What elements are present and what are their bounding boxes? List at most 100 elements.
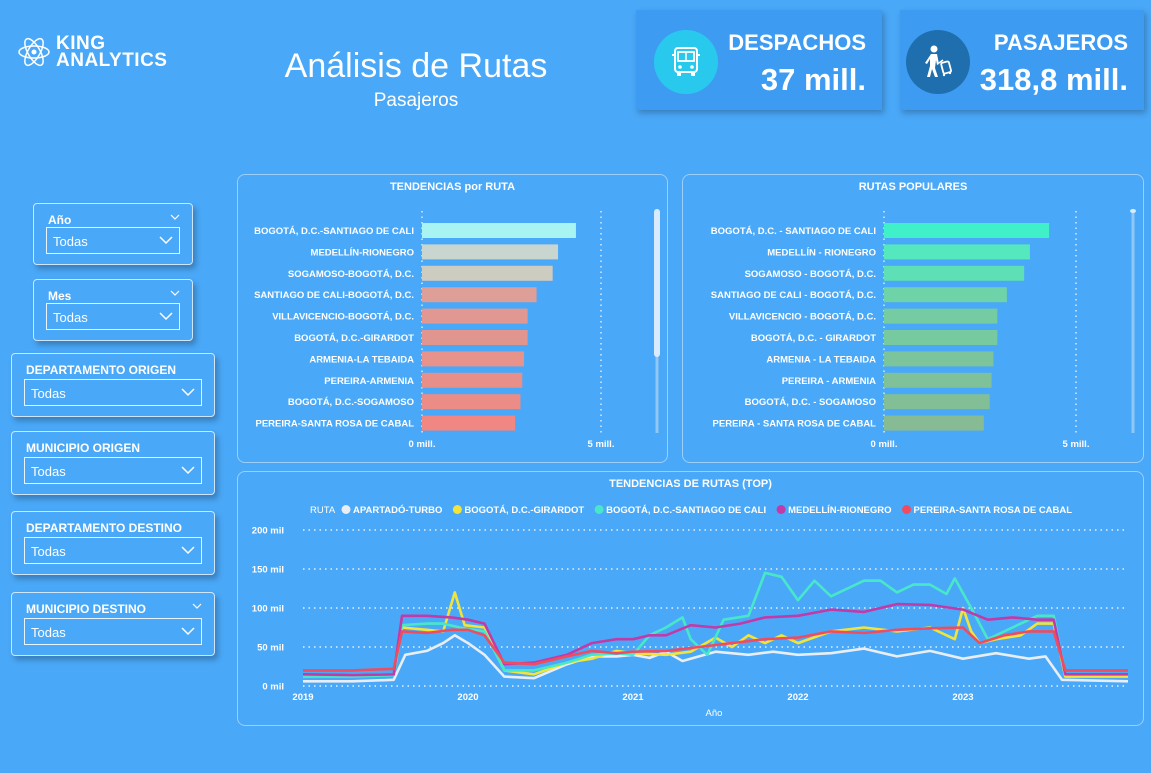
- logo-line2: ANALYTICS: [56, 50, 168, 71]
- slicer-title: Mes: [48, 289, 72, 303]
- bar-chart-populares: BOGOTÁ, D.C. - SANTIAGO DE CALI MEDELLÍN …: [711, 209, 1136, 450]
- kpi-card-despachos: DESPACHOS 37 mill.: [636, 10, 882, 110]
- legend-title: RUTA: [310, 505, 336, 516]
- bar[interactable]: [884, 308, 998, 324]
- slicer-title: DEPARTAMENTO DESTINO: [26, 521, 183, 535]
- x-tick-label: 5 mill.: [588, 439, 615, 450]
- bar[interactable]: [422, 308, 528, 324]
- series-line[interactable]: [303, 571, 1128, 678]
- y-tick-label: 0 mil: [262, 682, 284, 693]
- slicer-municipio-destino[interactable]: MUNICIPIO DESTINO Todas: [11, 592, 215, 656]
- bar[interactable]: [422, 244, 559, 260]
- slicer-dropdown[interactable]: Todas: [24, 537, 202, 564]
- legend-label[interactable]: BOGOTÁ, D.C.-GIRARDOT: [464, 505, 584, 516]
- bar-label: ARMENIA-LA TEBAIDA: [309, 354, 414, 365]
- slicer-municipio-origen[interactable]: MUNICIPIO ORIGEN Todas: [11, 431, 215, 495]
- legend-label[interactable]: BOGOTÁ, D.C.-SANTIAGO DE CALI: [606, 505, 766, 516]
- x-tick-label: 2021: [622, 692, 644, 703]
- chevron-down-icon[interactable]: [192, 601, 202, 611]
- y-tick-label: 50 mil: [257, 643, 284, 654]
- bar-label: VILLAVICENCIO - BOGOTÁ, D.C.: [729, 312, 876, 323]
- bar[interactable]: [884, 372, 992, 388]
- chevron-down-icon[interactable]: [159, 235, 173, 245]
- series-line[interactable]: [303, 634, 1129, 683]
- bar-label: BOGOTÁ, D.C.-GIRARDOT: [294, 333, 414, 344]
- kpi-value: 37 mill.: [760, 62, 866, 97]
- chevron-down-icon[interactable]: [170, 288, 180, 298]
- chart-panel-tendencias-ruta: TENDENCIAS por RUTA BOGOTÁ, D.C.-SANTIAG…: [237, 174, 668, 463]
- bar[interactable]: [422, 372, 523, 388]
- slicer-value: Todas: [53, 234, 88, 249]
- scrollbar-thumb[interactable]: [1130, 209, 1136, 213]
- slicer-departamento-origen[interactable]: DEPARTAMENTO ORIGEN Todas: [11, 353, 215, 417]
- chart-panel-tendencias-top: TENDENCIAS DE RUTAS (TOP) RUTA APARTADÓ-T…: [237, 471, 1144, 726]
- chevron-down-icon[interactable]: [181, 465, 195, 475]
- chevron-down-icon[interactable]: [159, 311, 173, 321]
- logo: KING ANALYTICS: [16, 34, 167, 70]
- bar[interactable]: [884, 351, 994, 367]
- bar[interactable]: [884, 415, 984, 431]
- series-line[interactable]: [303, 626, 1128, 672]
- slicer-dropdown[interactable]: Todas: [24, 618, 202, 645]
- page-subtitle: Pasajeros: [373, 90, 459, 111]
- slicer-title: DEPARTAMENTO ORIGEN: [26, 363, 177, 377]
- legend-marker: [594, 505, 604, 514]
- x-tick-label: 0 mill.: [409, 439, 436, 450]
- bar[interactable]: [422, 265, 553, 281]
- legend-marker: [902, 505, 912, 514]
- slicer-title: MUNICIPIO ORIGEN: [26, 441, 141, 455]
- bar[interactable]: [884, 265, 1025, 281]
- kpi-card-pasajeros: PASAJEROS 318,8 mill.: [900, 10, 1144, 110]
- chevron-down-icon[interactable]: [181, 387, 195, 397]
- bar[interactable]: [884, 287, 1007, 303]
- line-chart-tendencias-top: RUTA APARTADÓ-TURBO BOGOTÁ, D.C.-GIRARDOT B…: [252, 504, 1129, 719]
- legend-label[interactable]: PEREIRA-SANTA ROSA DE CABAL: [914, 505, 1073, 516]
- chevron-down-icon[interactable]: [181, 545, 195, 555]
- x-tick-label: 2019: [292, 692, 313, 703]
- bar[interactable]: [422, 223, 576, 238]
- kpi-value: 318,8 mill.: [979, 62, 1128, 97]
- slicer-value: Todas: [53, 310, 88, 325]
- legend-label[interactable]: MEDELLÍN-RIONEGRO: [788, 505, 891, 516]
- chevron-down-icon[interactable]: [170, 212, 180, 222]
- atom-icon: [18, 37, 50, 67]
- bar[interactable]: [884, 330, 998, 345]
- bar[interactable]: [422, 351, 525, 367]
- bar-label: SANTIAGO DE CALI-BOGOTÁ, D.C.: [254, 290, 414, 301]
- x-tick-label: 5 mill.: [1063, 439, 1090, 450]
- kpi-label: PASAJEROS: [993, 30, 1128, 55]
- slicer-anio[interactable]: Año Todas: [33, 203, 193, 265]
- kpi-label: DESPACHOS: [728, 30, 866, 55]
- slicer-dropdown[interactable]: Todas: [46, 303, 180, 330]
- slicer-mes[interactable]: Mes Todas: [33, 279, 193, 341]
- bar-chart-tendencias: BOGOTÁ, D.C.-SANTIAGO DE CALI MEDELLÍN-RI…: [254, 209, 660, 450]
- bar-label: PEREIRA-ARMENIA: [324, 376, 414, 387]
- y-tick-label: 200 mil: [252, 526, 284, 537]
- slicer-title: MUNICIPIO DESTINO: [26, 602, 147, 616]
- x-tick-label: 0 mill.: [871, 439, 898, 450]
- bar[interactable]: [884, 394, 990, 410]
- bar[interactable]: [422, 287, 537, 303]
- x-tick-label: 2022: [787, 692, 808, 703]
- traveler-icon: [906, 30, 970, 94]
- slicer-title: Año: [48, 213, 72, 227]
- slicer-dropdown[interactable]: Todas: [24, 379, 202, 406]
- bar-label: VILLAVICENCIO-BOGOTÁ, D.C.: [272, 312, 414, 323]
- bar[interactable]: [422, 394, 521, 410]
- bar-label: PEREIRA - SANTA ROSA DE CABAL: [713, 419, 877, 430]
- bar[interactable]: [884, 223, 1050, 238]
- bar[interactable]: [422, 330, 528, 345]
- slicer-dropdown[interactable]: Todas: [24, 457, 202, 484]
- bar-label: SANTIAGO DE CALI - BOGOTÁ, D.C.: [711, 290, 876, 301]
- bar-label: BOGOTÁ, D.C.-SANTIAGO DE CALI: [254, 226, 414, 237]
- legend-label[interactable]: APARTADÓ-TURBO: [353, 504, 442, 516]
- scrollbar-thumb[interactable]: [654, 209, 660, 357]
- y-tick-label: 100 mil: [252, 604, 284, 615]
- x-tick-label: 2020: [457, 692, 478, 703]
- slicer-dropdown[interactable]: Todas: [46, 227, 180, 254]
- slicer-departamento-destino[interactable]: DEPARTAMENTO DESTINO Todas: [11, 511, 215, 575]
- page-header: Análisis de Rutas Pasajeros: [276, 46, 556, 112]
- chevron-down-icon[interactable]: [181, 626, 195, 636]
- bar[interactable]: [422, 415, 516, 431]
- bar[interactable]: [884, 244, 1030, 260]
